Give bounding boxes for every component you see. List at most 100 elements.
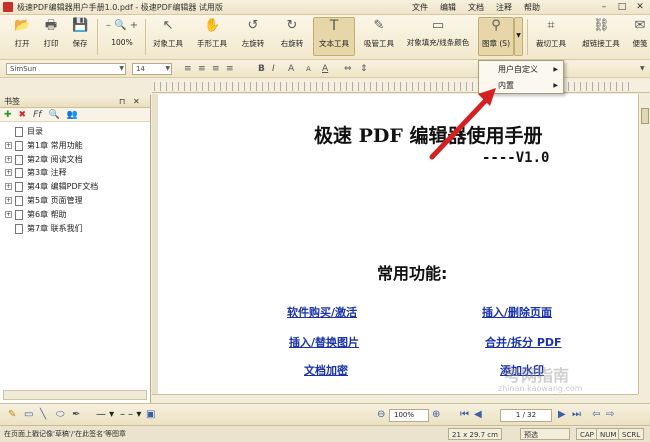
crop-tool-button[interactable]: ⌗ 裁切工具: [532, 18, 570, 49]
line-style-icon[interactable]: — ▾: [96, 409, 114, 421]
link-tool-button[interactable]: ⛓ 超链接工具: [578, 18, 624, 49]
hand-tool-button[interactable]: ✋ 手形工具: [193, 18, 231, 49]
find-bookmark-icon[interactable]: 👥: [67, 109, 78, 121]
eyedropper-icon: ✎: [373, 18, 385, 33]
fill-color-button[interactable]: ▭ 对象填充/线条颜色: [403, 18, 473, 47]
italic-button[interactable]: I: [272, 63, 275, 75]
zoom-select[interactable]: 100%: [389, 409, 429, 422]
delete-bookmark-icon[interactable]: ✖: [19, 109, 27, 121]
zoom-in-icon[interactable]: ⊕: [432, 409, 440, 421]
note-tool-button[interactable]: ✉ 便笺: [630, 18, 650, 49]
close-button[interactable]: ✕: [632, 1, 648, 13]
stamp-icon: ⚲: [491, 18, 501, 33]
zoom-control[interactable]: – 🔍 + 100%: [102, 18, 142, 47]
link-purchase-activate[interactable]: 软件购买/激活: [287, 304, 357, 320]
line-spacing-icon[interactable]: ⇕: [360, 63, 368, 75]
document-view[interactable]: 极速 PDF 编辑器使用手册 ----V1.0 常用功能: 软件购买/激活 插入…: [152, 94, 638, 394]
expand-icon[interactable]: +: [5, 155, 12, 163]
stamp-dropdown-toggle[interactable]: ▼: [514, 17, 523, 56]
zoom-out-icon[interactable]: ⊖: [377, 409, 385, 421]
rectangle-icon[interactable]: ▭: [24, 409, 33, 421]
pencil-icon[interactable]: ✎: [8, 409, 16, 421]
save-button[interactable]: 💾 保存: [67, 18, 93, 49]
menu-annotate[interactable]: 注释: [496, 2, 512, 13]
align-justify-icon[interactable]: ≡: [226, 63, 234, 75]
menu-item-builtin[interactable]: 内置 ▶: [479, 78, 563, 93]
rotate-left-button[interactable]: ↺ 左旋转: [238, 18, 268, 49]
menu-item-user-defined[interactable]: 用户自定义 ▶: [479, 62, 563, 77]
line-icon[interactable]: ╲: [40, 409, 46, 421]
last-page-icon[interactable]: ⏭: [572, 409, 581, 421]
horizontal-scrollbar[interactable]: [152, 394, 638, 403]
menu-file[interactable]: 文件: [412, 2, 428, 13]
rotate-right-icon: ↻: [286, 18, 298, 33]
link-insert-replace-image[interactable]: 插入/替换图片: [289, 334, 359, 350]
dash-style-icon[interactable]: – – ▾: [120, 409, 141, 421]
add-bookmark-icon[interactable]: ✚: [4, 109, 12, 121]
next-page-icon[interactable]: ▶: [558, 409, 566, 421]
expand-icon[interactable]: +: [5, 196, 12, 204]
bookmark-item[interactable]: + 第6章 帮助: [0, 208, 150, 222]
first-page-icon[interactable]: ⏮: [460, 409, 469, 421]
subscript-button[interactable]: A: [306, 63, 311, 75]
menu-edit[interactable]: 编辑: [440, 2, 456, 13]
open-button[interactable]: 📂 打开: [9, 18, 35, 49]
search-icon[interactable]: 🔍: [48, 109, 59, 121]
scrollbar-thumb[interactable]: [641, 108, 649, 124]
document-title: 极速 PDF 编辑器使用手册: [314, 125, 543, 147]
align-left-icon[interactable]: ≡: [184, 63, 192, 75]
font-size-select[interactable]: 14 ▼: [132, 63, 172, 75]
save-icon: 💾: [72, 18, 89, 33]
object-tool-button[interactable]: ↖ 对象工具: [149, 18, 187, 49]
page-number-input[interactable]: 1 / 32: [500, 409, 552, 422]
ellipse-icon[interactable]: ⬭: [56, 409, 65, 421]
align-right-icon[interactable]: ≡: [212, 63, 220, 75]
font-style-icon[interactable]: Ff: [33, 109, 41, 121]
shape-icon[interactable]: ▣: [146, 409, 155, 421]
maximize-button[interactable]: □: [614, 1, 630, 13]
expand-icon[interactable]: +: [5, 169, 12, 177]
bookmark-item[interactable]: + 第2章 阅读文档: [0, 153, 150, 167]
printer-icon: 🖶: [44, 18, 58, 33]
char-spacing-icon[interactable]: ⇔: [344, 63, 352, 75]
text-tool-button[interactable]: T 文本工具: [313, 17, 355, 56]
prev-page-icon[interactable]: ◀: [474, 409, 482, 421]
stamp-button[interactable]: ⚲ 图章 (S): [478, 17, 514, 56]
link-encrypt-document[interactable]: 文档加密: [304, 362, 348, 378]
underline-button[interactable]: A: [322, 63, 328, 75]
page-icon: [15, 223, 23, 234]
pin-icon[interactable]: ⊓: [119, 95, 125, 108]
menu-help[interactable]: 帮助: [524, 2, 540, 13]
bookmark-item[interactable]: + 第3章 注释: [0, 166, 150, 180]
close-icon[interactable]: ✕: [133, 95, 140, 108]
caps-indicator: CAP: [576, 428, 598, 440]
minimize-button[interactable]: –: [596, 1, 612, 13]
superscript-button[interactable]: A: [288, 63, 294, 75]
expand-icon[interactable]: +: [5, 183, 12, 191]
eyedropper-button[interactable]: ✎ 吸管工具: [360, 18, 398, 49]
bookmark-item[interactable]: + 第5章 页面管理: [0, 194, 150, 208]
bookmark-item[interactable]: + 第4章 编辑PDF文档: [0, 180, 150, 194]
link-merge-split-pdf[interactable]: 合并/拆分 PDF: [485, 334, 562, 350]
expand-icon[interactable]: +: [5, 141, 12, 149]
bookmark-item[interactable]: + 第1章 常用功能: [0, 139, 150, 153]
align-center-icon[interactable]: ≡: [198, 63, 206, 75]
back-icon[interactable]: ⇦: [592, 409, 600, 421]
chevron-down-icon[interactable]: ▼: [640, 63, 645, 75]
bold-button[interactable]: B: [258, 63, 265, 75]
page-icon: [15, 209, 23, 220]
font-family-select[interactable]: SimSun ▼: [6, 63, 126, 75]
expand-icon[interactable]: +: [5, 210, 12, 218]
menu-document[interactable]: 文档: [468, 2, 484, 13]
bookmark-item[interactable]: 目录: [0, 125, 150, 139]
status-hint: 在页面上戳记像'草稿'/'在此签名'等图章: [4, 430, 127, 438]
vertical-scrollbar[interactable]: [638, 94, 650, 394]
print-button[interactable]: 🖶 打印: [38, 18, 64, 49]
rotate-right-button[interactable]: ↻ 右旋转: [277, 18, 307, 49]
bookmark-scrollbar[interactable]: [3, 390, 147, 400]
pointer-icon: ↖: [162, 18, 174, 33]
link-insert-delete-page[interactable]: 插入/删除页面: [482, 304, 552, 320]
pen-icon[interactable]: ✒: [72, 409, 80, 421]
forward-icon[interactable]: ⇨: [606, 409, 614, 421]
bookmark-item[interactable]: 第7章 联系我们: [0, 222, 150, 236]
